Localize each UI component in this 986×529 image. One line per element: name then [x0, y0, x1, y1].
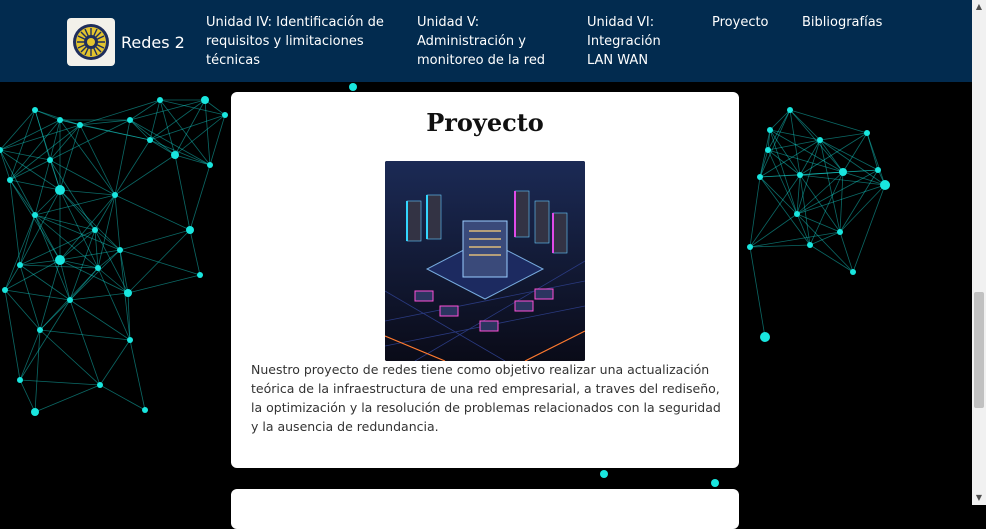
- nav-unidad-v[interactable]: Unidad V: Administración y monitoreo de …: [417, 13, 545, 70]
- network-node: [186, 226, 194, 234]
- card-title: Proyecto: [426, 108, 544, 137]
- network-node: [839, 168, 847, 176]
- brand-title: Redes 2: [121, 32, 185, 52]
- network-node: [207, 162, 213, 168]
- card-description: Nuestro proyecto de redes tiene como obj…: [251, 362, 721, 434]
- network-node: [7, 177, 13, 183]
- network-node: [32, 107, 38, 113]
- network-node: [32, 212, 38, 218]
- nav-line: LAN WAN: [587, 53, 649, 68]
- network-node: [92, 227, 98, 233]
- page-scrollbar[interactable]: ▲ ▼: [972, 0, 986, 505]
- network-node: [222, 112, 228, 118]
- network-node: [55, 255, 65, 265]
- nav-line: Bibliografías: [802, 15, 883, 30]
- network-node: [787, 107, 793, 113]
- next-card: [231, 489, 739, 529]
- network-node: [117, 247, 123, 253]
- scroll-up-icon[interactable]: ▲: [972, 0, 986, 14]
- network-node: [794, 211, 800, 217]
- network-node: [171, 151, 179, 159]
- network-node: [127, 117, 133, 123]
- scroll-thumb[interactable]: [974, 292, 984, 408]
- university-seal-icon: [67, 18, 115, 66]
- network-node: [349, 83, 357, 91]
- scroll-down-icon[interactable]: ▼: [972, 491, 986, 505]
- network-node: [765, 147, 771, 153]
- network-node: [711, 479, 719, 487]
- network-node: [797, 172, 803, 178]
- network-node: [142, 407, 148, 413]
- network-node: [112, 192, 118, 198]
- network-node: [864, 130, 870, 136]
- network-node: [127, 337, 133, 343]
- network-node: [757, 174, 763, 180]
- nav-line: requisitos y limitaciones: [206, 34, 364, 49]
- network-node: [817, 137, 823, 143]
- nav-bibliografias[interactable]: Bibliografías: [802, 13, 882, 32]
- nav-line: técnicas: [206, 53, 260, 68]
- network-node: [67, 297, 73, 303]
- network-node: [807, 242, 813, 248]
- navbar: Redes 2 Unidad IV: Identificación de req…: [0, 0, 972, 82]
- network-node: [31, 408, 39, 416]
- network-node: [17, 377, 23, 383]
- nav-line: Administración y: [417, 34, 527, 49]
- network-node: [55, 185, 65, 195]
- datacenter-network-image: [385, 161, 585, 361]
- network-node: [767, 127, 773, 133]
- project-card: Proyecto Nuestro proyecto de redes tiene…: [231, 92, 739, 468]
- network-node: [850, 269, 856, 275]
- nav-line: Unidad V:: [417, 15, 480, 30]
- network-node: [197, 272, 203, 278]
- network-node: [95, 265, 101, 271]
- network-node: [760, 332, 770, 342]
- nav-line: Unidad VI:: [587, 15, 655, 30]
- network-node: [201, 96, 209, 104]
- network-node: [837, 229, 843, 235]
- network-node: [875, 167, 881, 173]
- brand-link[interactable]: Redes 2: [67, 18, 185, 66]
- network-node: [97, 382, 103, 388]
- network-node: [747, 244, 753, 250]
- network-node: [124, 289, 132, 297]
- nav-proyecto[interactable]: Proyecto: [712, 13, 769, 32]
- nav-line: Unidad IV: Identificación de: [206, 15, 384, 30]
- network-node: [600, 470, 608, 478]
- nav-unidad-iv[interactable]: Unidad IV: Identificación de requisitos …: [206, 13, 384, 70]
- network-node: [157, 97, 163, 103]
- nav-line: Proyecto: [712, 15, 769, 30]
- network-node: [37, 327, 43, 333]
- network-node: [2, 287, 8, 293]
- network-node: [880, 180, 890, 190]
- network-node: [77, 122, 83, 128]
- nav-line: Integración: [587, 34, 661, 49]
- network-node: [147, 137, 153, 143]
- nav-line: monitoreo de la red: [417, 53, 546, 68]
- nav-unidad-vi[interactable]: Unidad VI: Integración LAN WAN: [587, 13, 661, 70]
- network-node: [47, 157, 53, 163]
- network-node: [57, 117, 63, 123]
- network-node: [17, 262, 23, 268]
